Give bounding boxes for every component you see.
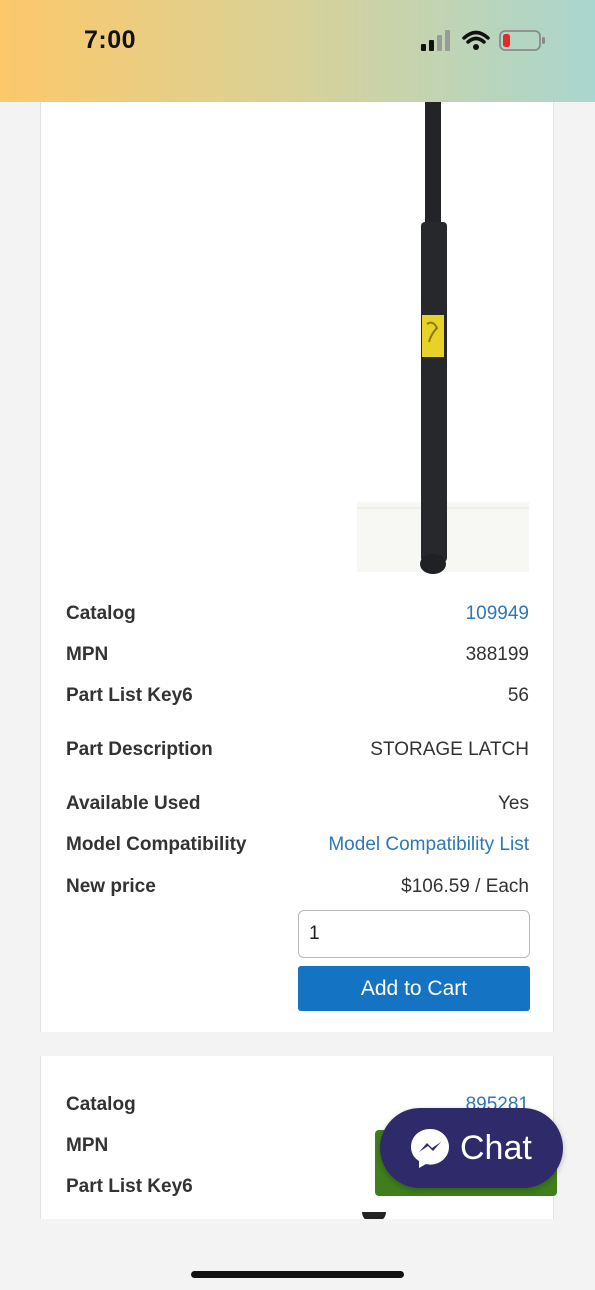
product-card: Catalog 109949 MPN 388199 Part List Key6… — [40, 102, 554, 1032]
part-list-key-label: Part List Key6 — [66, 685, 193, 706]
part-list-key-label: Part List Key6 — [66, 1176, 193, 1197]
mpn-value: 388199 — [465, 644, 529, 665]
new-price-row: New price $106.59 / Each — [66, 872, 529, 902]
mpn-row: MPN 388199 — [66, 640, 529, 670]
product-image — [353, 102, 533, 582]
wifi-icon — [462, 30, 490, 50]
status-time: 7:00 — [84, 26, 137, 54]
mpn-label: MPN — [66, 1135, 109, 1156]
model-compatibility-link[interactable]: Model Compatibility List — [328, 834, 529, 856]
part-description-row: Part Description STORAGE LATCH — [66, 735, 529, 765]
status-bar: 7:00 — [0, 0, 595, 102]
clipped-row-artifact: · · — [66, 864, 86, 870]
chat-label: Chat — [460, 1128, 532, 1167]
mpn-label: MPN — [66, 644, 109, 665]
bottom-safe-area — [0, 1219, 595, 1290]
clipped-row-artifact: · · — [66, 780, 86, 786]
available-used-row: Available Used Yes — [66, 789, 529, 819]
available-used-label: Available Used — [66, 793, 201, 814]
catalog-link[interactable]: 109949 — [466, 603, 529, 625]
part-list-key-row: Part List Key6 56 — [66, 681, 529, 711]
model-compatibility-label: Model Compatibility — [66, 834, 247, 855]
part-description-value: STORAGE LATCH — [370, 739, 529, 760]
status-icons — [421, 30, 545, 51]
add-to-cart-button[interactable]: Add to Cart — [298, 966, 530, 1011]
battery-icon — [499, 30, 545, 51]
chat-button[interactable]: Chat — [380, 1108, 563, 1188]
catalog-label: Catalog — [66, 603, 136, 624]
quantity-input[interactable] — [298, 910, 530, 958]
catalog-row: Catalog 109949 — [66, 599, 529, 629]
signal-icon — [421, 30, 450, 51]
catalog-label: Catalog — [66, 1094, 136, 1115]
part-list-key-value: 56 — [507, 685, 529, 706]
available-used-value: Yes — [498, 793, 529, 814]
new-price-label: New price — [66, 876, 156, 897]
model-compatibility-row: Model Compatibility Model Compatibility … — [66, 830, 529, 860]
clipped-row-artifact: · · · · · · · · · · · — [66, 726, 266, 732]
new-price-value: $106.59 / Each — [401, 876, 529, 897]
messenger-icon — [411, 1129, 449, 1168]
part-description-label: Part Description — [66, 739, 213, 760]
home-indicator[interactable] — [191, 1271, 404, 1278]
